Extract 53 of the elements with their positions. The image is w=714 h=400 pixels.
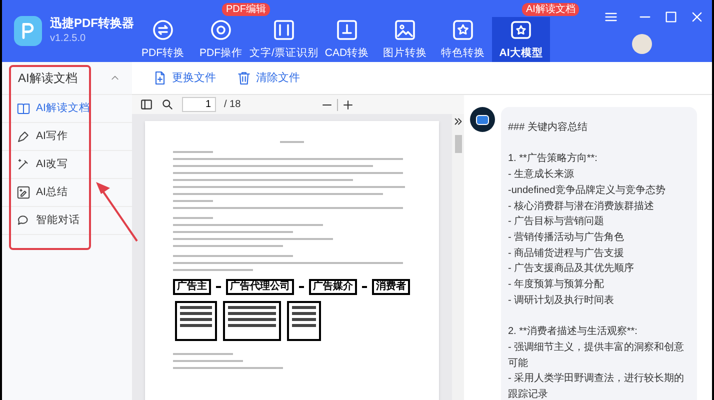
chat-text-line: - 核心消费群与潜在消费族群描述 (508, 200, 656, 214)
badge: PDF编辑 (222, 3, 270, 16)
maximize-icon[interactable] (664, 10, 678, 24)
toolbar-button[interactable]: 清除文件 (236, 70, 300, 86)
flowchart-node: 广告媒介 (309, 279, 357, 295)
chat-text-line: - 广告目标与营销问题 (508, 214, 606, 230)
close-icon[interactable] (690, 10, 704, 24)
scrollbar-thumb[interactable] (454, 135, 462, 153)
nav-tab[interactable]: 特色转换 (434, 17, 492, 62)
convert-icon (151, 18, 175, 42)
collapse-panel-icon[interactable] (452, 116, 464, 127)
chat-text-line: -undefined竞争品牌定义与竞争态势 (508, 184, 666, 198)
wand-icon (16, 157, 31, 172)
flowchart-node: 消费者 (372, 279, 410, 295)
chat-text-line: - 营销传播活动与广告角色 (508, 230, 626, 245)
chat-text-line: ### 关键内容总结 (508, 120, 588, 135)
chat-text-line: 2. **消费者描述与生活观察**: (508, 324, 638, 340)
search-icon[interactable] (161, 98, 174, 111)
nav-tab[interactable]: AI大模型 (492, 17, 550, 62)
app-version: v1.2.5.0 (50, 32, 87, 46)
toolbar-button[interactable]: 更换文件 (152, 70, 216, 86)
nav-tab[interactable]: 文字/票证识别 (250, 17, 318, 62)
badge: AI解读文档 (522, 3, 580, 16)
page-number-field[interactable]: 1 (182, 97, 216, 112)
annotation-arrow (94, 180, 140, 244)
chat-text-line: - 生意成长来源 (508, 168, 576, 182)
image-icon (393, 18, 417, 42)
chat-text-line: - 调研计划及执行时间表 (508, 294, 616, 308)
chat-text-line: - 强调细节主义，提供丰富的洞察和创意可能 (508, 340, 686, 371)
nav-tab[interactable]: PDF转换 (134, 17, 192, 62)
chat-text-line: - 商品铺货进程与广告支援 (508, 246, 626, 261)
chat-text-line: 1. **广告策略方向**: (508, 152, 598, 166)
page-total: / 18 (224, 98, 241, 112)
app-name: 迅捷PDF转换器 (50, 15, 134, 31)
pen-icon (16, 129, 31, 144)
trash-icon (236, 70, 252, 86)
chat-text-line: - 广告支援商品及其优先顺序 (508, 262, 636, 276)
zoom-in-icon[interactable] (342, 98, 354, 110)
avatar[interactable] (632, 34, 652, 54)
flowchart-node: 广告主 (173, 279, 211, 295)
chat-text-line: - 年度预算与预算分配 (508, 278, 606, 292)
menu-icon[interactable] (604, 10, 618, 24)
flowchart-node: 广告代理公司 (226, 279, 294, 295)
document-heading-line (280, 141, 304, 143)
book-icon (16, 101, 31, 116)
nav-tab[interactable]: 图片转换 (376, 17, 434, 62)
nav-tab[interactable]: CAD转换 (318, 17, 376, 62)
robot-avatar-icon (470, 107, 495, 132)
chat-text-line: - 采用人类学田野调查法，进行较长期的跟踪记录 (508, 372, 686, 400)
gear-icon (209, 18, 233, 42)
summary-icon (16, 185, 31, 200)
sidebar-toggle-icon[interactable] (140, 98, 153, 111)
nav-tab[interactable]: PDF操作 (192, 17, 250, 62)
